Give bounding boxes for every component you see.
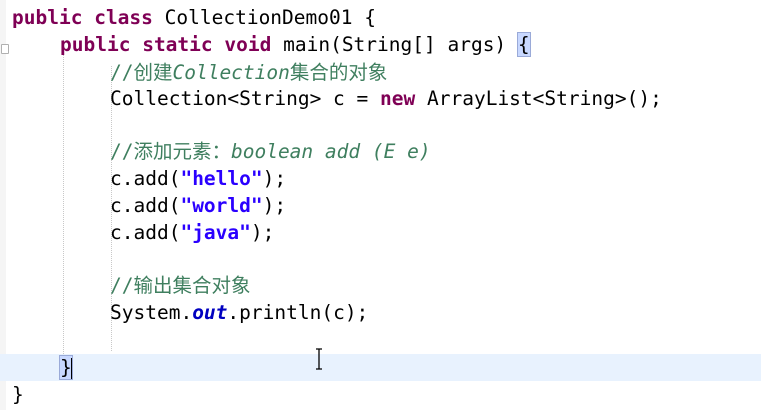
code-line[interactable]: }: [59, 355, 73, 381]
code-line[interactable]: c.add("hello");: [110, 166, 286, 192]
code-line[interactable]: Collection<String> c = new ArrayList<Str…: [110, 86, 662, 112]
code-line[interactable]: c.add("world");: [110, 193, 286, 219]
keyword: new: [380, 87, 416, 110]
indent-guide: [63, 40, 64, 354]
static-field: out: [192, 301, 228, 324]
code-line[interactable]: public static void main(String[] args) {: [60, 32, 531, 58]
code-comment[interactable]: //输出集合对象: [110, 273, 250, 299]
code-line[interactable]: c.add("java");: [110, 220, 274, 246]
code-line[interactable]: System.out.println(c);: [110, 300, 368, 326]
code-editor[interactable]: public class CollectionDemo01 { public s…: [0, 0, 761, 410]
string-literal: "java": [180, 221, 251, 244]
keyword: static: [142, 33, 213, 56]
method-signature: main(String[] args): [271, 33, 518, 56]
text-caret: [70, 357, 73, 380]
current-line-highlight: [0, 354, 761, 381]
keyword: public: [12, 6, 83, 29]
keyword: public: [60, 33, 131, 56]
text-cursor-icon: [316, 348, 322, 370]
class-declaration: CollectionDemo01 {: [152, 6, 376, 29]
code-comment[interactable]: //添加元素：boolean add (E e): [110, 139, 431, 165]
keyword: class: [94, 6, 153, 29]
code-line[interactable]: public class CollectionDemo01 {: [12, 5, 376, 31]
keyword: void: [224, 33, 272, 56]
matching-brace: {: [516, 32, 531, 57]
code-comment[interactable]: //创建Collection集合的对象: [110, 60, 387, 86]
string-literal: "hello": [180, 167, 263, 190]
fold-marker-icon[interactable]: [1, 44, 9, 54]
code-line[interactable]: }: [12, 382, 24, 408]
string-literal: "world": [180, 194, 263, 217]
editor-gutter: [0, 0, 6, 410]
